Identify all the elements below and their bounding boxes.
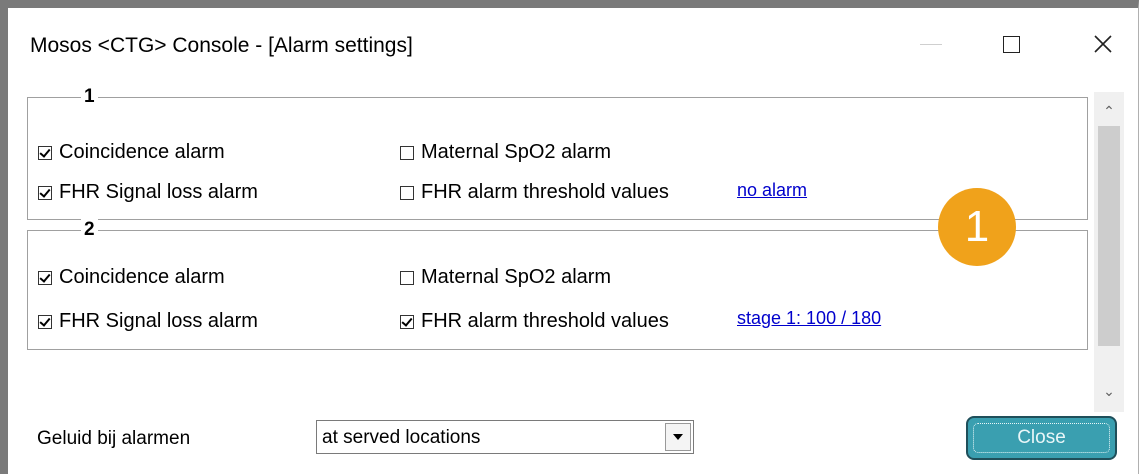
scroll-up-icon[interactable]: ⌃	[1094, 96, 1124, 126]
close-button[interactable]: Close	[966, 416, 1117, 460]
group-1: 1 Coincidence alarm FHR Signal loss alar…	[27, 86, 1088, 220]
threshold-link-1[interactable]: no alarm	[737, 180, 807, 201]
scrollbar-thumb[interactable]	[1098, 126, 1120, 346]
coincidence-alarm-checkbox-2[interactable]: Coincidence alarm	[38, 266, 225, 289]
minimize-button[interactable]	[908, 24, 954, 64]
scroll-down-icon[interactable]: ⌄	[1094, 376, 1124, 406]
group-number: 1	[81, 86, 98, 108]
maximize-icon	[1002, 35, 1020, 53]
window-title: Mosos <CTG> Console - [Alarm settings]	[30, 34, 413, 57]
checkbox-icon	[400, 270, 414, 285]
close-icon	[1094, 35, 1112, 53]
group-number: 2	[81, 219, 98, 241]
threshold-alarm-checkbox-1[interactable]: FHR alarm threshold values	[400, 181, 669, 204]
coincidence-alarm-checkbox-1[interactable]: Coincidence alarm	[38, 141, 225, 164]
threshold-alarm-checkbox-2[interactable]: FHR alarm threshold values	[400, 310, 669, 333]
vertical-scrollbar[interactable]: ⌃ ⌄	[1094, 92, 1124, 412]
checkbox-icon	[38, 185, 52, 200]
group-2: 2 Coincidence alarm FHR Signal loss alar…	[27, 219, 1088, 350]
title-bar: Mosos <CTG> Console - [Alarm settings]	[8, 8, 1138, 78]
sound-label: Geluid bij alarmen	[37, 428, 191, 449]
checkbox-icon	[400, 185, 414, 200]
dropdown-arrow-icon[interactable]	[665, 423, 691, 451]
signal-loss-alarm-checkbox-1[interactable]: FHR Signal loss alarm	[38, 181, 258, 204]
minimize-icon	[920, 43, 942, 45]
maximize-button[interactable]	[988, 24, 1034, 64]
threshold-link-2[interactable]: stage 1: 100 / 180	[737, 308, 881, 329]
close-button-label: Close	[1017, 427, 1066, 448]
checkbox-icon	[400, 145, 414, 160]
sound-select-value: at served locations	[322, 427, 481, 448]
spo2-alarm-checkbox-2[interactable]: Maternal SpO2 alarm	[400, 266, 611, 289]
checkbox-icon	[38, 270, 52, 285]
checkbox-icon	[38, 314, 52, 329]
signal-loss-alarm-checkbox-2[interactable]: FHR Signal loss alarm	[38, 310, 258, 333]
checkbox-icon	[400, 314, 414, 329]
callout-badge: 1	[938, 188, 1016, 266]
window-close-button[interactable]	[1080, 24, 1126, 64]
spo2-alarm-checkbox-1[interactable]: Maternal SpO2 alarm	[400, 141, 611, 164]
sound-select[interactable]: at served locations	[316, 420, 694, 454]
checkbox-icon	[38, 145, 52, 160]
